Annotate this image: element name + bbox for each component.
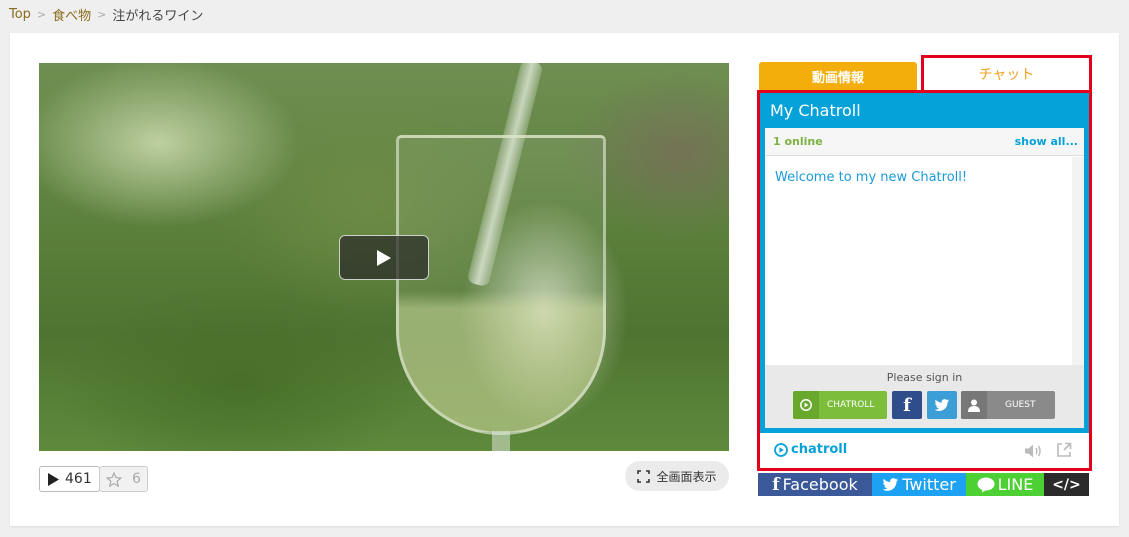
share-line-label: LINE <box>997 475 1034 494</box>
play-button[interactable] <box>339 235 429 280</box>
star-icon <box>106 471 122 487</box>
breadcrumb: Top > 食べ物 > 注がれるワイン <box>9 5 203 24</box>
view-count-value: 461 <box>65 471 92 487</box>
chat-highlight-frame <box>757 90 1092 471</box>
fullscreen-icon <box>637 469 651 483</box>
tab-chat-label: チャット <box>978 67 1035 83</box>
share-twitter-label: Twitter <box>902 475 956 494</box>
share-embed-button[interactable]: </> <box>1044 473 1089 496</box>
play-icon <box>48 472 59 486</box>
share-facebook-button[interactable]: f Facebook <box>758 473 872 496</box>
tab-video-info-label: 動画情報 <box>811 70 864 86</box>
share-twitter-button[interactable]: Twitter <box>872 473 966 496</box>
breadcrumb-category-link[interactable]: 食べ物 <box>52 5 91 24</box>
twitter-icon <box>882 477 899 491</box>
embed-code-icon: </> <box>1052 476 1081 493</box>
line-icon <box>977 477 995 492</box>
favorite-button[interactable]: 6 <box>99 466 148 492</box>
view-count: 461 <box>39 466 100 492</box>
fullscreen-label: 全画面表示 <box>656 469 717 484</box>
share-facebook-label: Facebook <box>782 475 858 494</box>
breadcrumb-current: 注がれるワイン <box>112 9 204 24</box>
share-line-button[interactable]: LINE <box>966 473 1044 496</box>
video-player[interactable] <box>39 63 729 451</box>
breadcrumb-home-link[interactable]: Top <box>9 7 31 22</box>
wine-glass-stem <box>492 431 510 451</box>
breadcrumb-separator: > <box>97 8 107 21</box>
wine-glass <box>396 135 606 435</box>
tab-video-info[interactable]: 動画情報 <box>759 62 917 90</box>
favorite-count: 6 <box>132 471 141 487</box>
breadcrumb-separator: > <box>36 8 47 21</box>
tab-chat[interactable]: チャット <box>921 55 1092 93</box>
play-icon <box>377 249 391 266</box>
facebook-icon: f <box>772 474 780 495</box>
fullscreen-button[interactable]: 全画面表示 <box>625 461 729 491</box>
